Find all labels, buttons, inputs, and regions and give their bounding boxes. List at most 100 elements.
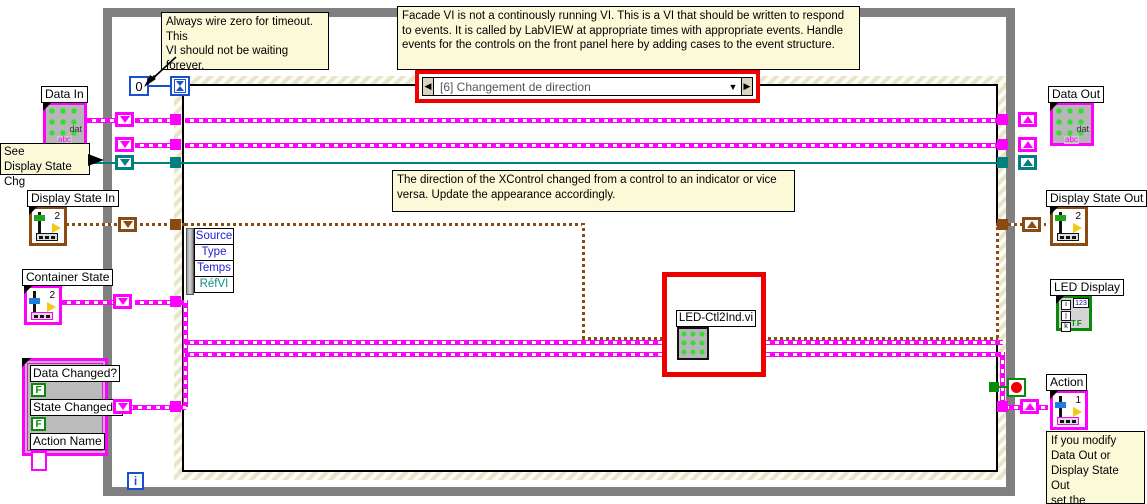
- event-structure[interactable]: [174, 76, 1006, 480]
- led-cells-icon: i j k: [1061, 300, 1071, 333]
- wire-cluster-row-a: [185, 340, 1003, 345]
- unbundle-rail: [186, 228, 194, 295]
- display-state-in-terminal[interactable]: 2: [29, 206, 67, 246]
- comment-modify-outputs: If you modify Data Out or Display State …: [1046, 431, 1145, 504]
- es-tunnel-pad-3[interactable]: [170, 157, 181, 168]
- tunnel-container-state-top[interactable]: [115, 137, 134, 152]
- es-tunnel-pad-out-2[interactable]: [997, 139, 1008, 150]
- comment-facade-vi: Facade VI is not a continously running V…: [397, 6, 860, 70]
- tunnel-action-out[interactable]: [1020, 399, 1039, 414]
- cluster-field-label-0: Data Changed?: [30, 365, 121, 382]
- es-tunnel-pad-1[interactable]: [170, 114, 181, 125]
- subvi-led-ctl2ind[interactable]: [677, 327, 709, 360]
- cluster-field-value-2[interactable]: [31, 451, 47, 471]
- led-numeric-icon: 123: [1073, 298, 1089, 308]
- tunnel-display-state-in[interactable]: [118, 217, 137, 232]
- display-state-in-number: 2: [54, 211, 60, 222]
- comment-arrow-see: [88, 154, 104, 166]
- data-out-terminal[interactable]: dat abc: [1050, 102, 1094, 146]
- terminal-corner-icon: [24, 285, 33, 294]
- iteration-terminal[interactable]: i: [127, 472, 144, 490]
- action-terminal[interactable]: 1: [1050, 390, 1088, 430]
- stop-constant[interactable]: [1007, 378, 1026, 397]
- terminal-corner-icon: [1056, 295, 1065, 304]
- wire-refnum-inside: [135, 162, 1003, 164]
- unbundle-item-temps[interactable]: Temps: [194, 260, 234, 277]
- cluster-field-label-1: State Changed?: [30, 399, 123, 416]
- action-label: Action: [1046, 374, 1088, 391]
- subvi-icon: [680, 330, 706, 357]
- comment-arrow-timeout: [144, 56, 177, 87]
- data-in-label: Data In: [41, 86, 88, 103]
- tunnel-data-out[interactable]: [1018, 112, 1037, 127]
- case-selector[interactable]: ◀ [6] Changement de direction ▼ ▶: [422, 77, 753, 96]
- action-number: 1: [1075, 395, 1081, 406]
- data-in-terminal[interactable]: dat abc: [43, 102, 87, 146]
- es-tunnel-pad-2[interactable]: [170, 139, 181, 150]
- data-out-inner-tag: dat: [1076, 124, 1089, 134]
- wire-display-state-in: [60, 223, 122, 226]
- cluster-field-value-1[interactable]: F: [31, 417, 46, 431]
- es-tunnel-pad-4[interactable]: [170, 219, 181, 230]
- tunnel-refnum[interactable]: [115, 155, 134, 170]
- terminal-corner-icon: [1050, 102, 1059, 111]
- case-selector-label: [6] Changement de direction: [440, 79, 591, 94]
- stop-icon: [1011, 382, 1022, 393]
- unbundle-item-source[interactable]: Source: [194, 228, 234, 245]
- es-tunnel-pad-out-1[interactable]: [997, 114, 1008, 125]
- led-tf-icon: TF: [1071, 319, 1083, 328]
- container-state-label: Container State: [22, 269, 114, 286]
- wire-ds-out-up: [996, 224, 999, 338]
- cluster-constant-inner: Data Changed? F State Changed? F Action …: [27, 363, 123, 471]
- es-tunnel-pad-out-4[interactable]: [997, 219, 1008, 230]
- cluster-field-value-0[interactable]: F: [31, 383, 46, 397]
- subvi-label: LED-Ctl2Ind.vi: [676, 310, 756, 327]
- data-in-inner-tag: dat: [69, 124, 82, 134]
- wire-display-state-inside: [185, 223, 585, 226]
- chevron-down-icon[interactable]: ▼: [725, 82, 741, 92]
- container-state-number: 2: [49, 290, 55, 301]
- comment-timeout: Always wire zero for timeout. This VI sh…: [161, 12, 329, 70]
- wire-data-row2-inside: [185, 143, 1003, 148]
- tunnel-display-state-out[interactable]: [1022, 217, 1041, 232]
- tunnel-cluster-constant[interactable]: [113, 399, 132, 414]
- es-tunnel-pad-out-3[interactable]: [997, 157, 1008, 168]
- led-cell-k: k: [1061, 322, 1071, 332]
- terminal-corner-icon: [43, 102, 52, 111]
- led-display-terminal[interactable]: i j k 123 TF: [1056, 295, 1092, 333]
- wire-container-state: [62, 300, 120, 305]
- unbundle-item-type[interactable]: Type: [194, 244, 234, 261]
- wire-cluster-row-b: [185, 352, 1003, 357]
- case-selector-prev-arrow[interactable]: ◀: [423, 78, 434, 95]
- comment-see-display-state-chg: See Display State Chg: [0, 143, 90, 188]
- cluster-constant[interactable]: Data Changed? F State Changed? F Action …: [22, 358, 123, 471]
- unbundle-by-name[interactable]: Source Type Temps RéfVI: [186, 228, 234, 295]
- wire-display-state-down: [582, 223, 585, 339]
- display-state-out-terminal[interactable]: 2: [1050, 206, 1088, 246]
- tunnel-data-in[interactable]: [115, 112, 134, 127]
- display-state-in-label: Display State In: [27, 190, 120, 207]
- container-state-terminal[interactable]: 2: [24, 285, 62, 325]
- case-selector-next-arrow[interactable]: ▶: [741, 78, 752, 95]
- unbundle-item-refvi[interactable]: RéfVI: [194, 276, 234, 293]
- terminal-corner-icon: [1050, 206, 1059, 215]
- wire-data-row1-inside: [185, 118, 1003, 123]
- es-tunnel-pad-5[interactable]: [170, 296, 181, 307]
- wire-action-down: [1000, 352, 1005, 405]
- stop-source-terminal[interactable]: [989, 382, 999, 392]
- tunnel-container-state[interactable]: [113, 294, 132, 309]
- terminal-corner-icon: [29, 206, 38, 215]
- tunnel-data-out-2[interactable]: [1018, 137, 1037, 152]
- comment-direction-changed: The direction of the XControl changed fr…: [392, 170, 795, 212]
- tunnel-refnum-out[interactable]: [1018, 155, 1037, 170]
- terminal-corner-icon: [22, 358, 31, 367]
- display-state-out-label: Display State Out: [1046, 190, 1147, 207]
- terminal-corner-icon: [1050, 390, 1059, 399]
- es-tunnel-pad-out-5[interactable]: [997, 401, 1008, 412]
- led-cell-j: j: [1061, 311, 1071, 321]
- led-display-label: LED Display: [1050, 279, 1125, 296]
- es-tunnel-pad-6[interactable]: [170, 401, 181, 412]
- display-state-out-number: 2: [1075, 211, 1081, 222]
- data-out-label: Data Out: [1048, 86, 1105, 103]
- data-out-abc-tag: abc: [1064, 135, 1079, 144]
